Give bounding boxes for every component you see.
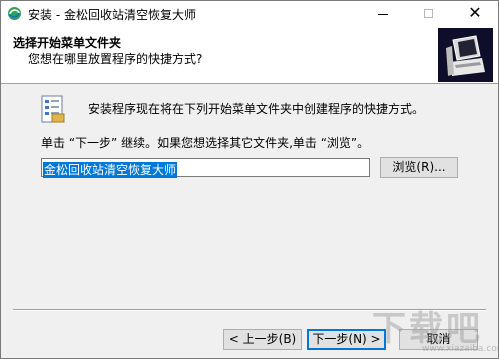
watermark-text: 下载吧 <box>372 309 483 349</box>
watermark: 下载吧 www.xiazaiba.com <box>366 301 499 358</box>
minimize-button[interactable] <box>360 1 406 27</box>
window-title: 安装 - 金松回收站清空恢复大师 <box>28 8 196 22</box>
wizard-header: 选择开始菜单文件夹 您想在哪里放置程序的快捷方式? <box>1 27 498 84</box>
close-button[interactable]: ✕ <box>452 1 498 27</box>
start-menu-folder-icon <box>41 95 65 123</box>
app-swirl-icon <box>8 7 21 20</box>
page-title: 选择开始菜单文件夹 <box>13 36 122 50</box>
page-subtitle: 您想在哪里放置程序的快捷方式? <box>28 52 203 66</box>
back-button[interactable]: < 上一步(B) <box>223 329 302 350</box>
browse-button[interactable]: 浏览(R)... <box>380 157 458 178</box>
intro-text: 安装程序现在将在下列开始菜单文件夹中创建程序的快捷方式。 <box>88 102 425 116</box>
maximize-icon <box>424 9 433 18</box>
minimize-icon <box>378 14 388 15</box>
watermark-url: www.xiazaiba.com <box>422 344 499 354</box>
computer-box-icon <box>438 28 493 82</box>
maximize-button[interactable] <box>406 1 452 27</box>
installer-window: 安装 - 金松回收站清空恢复大师 ✕ 选择开始菜单文件夹 您想在哪里放置程序的快… <box>0 0 499 359</box>
folder-input-value: 金松回收站清空恢复大师 <box>43 162 178 178</box>
title-bar[interactable]: 安装 - 金松回收站清空恢复大师 ✕ <box>1 1 498 27</box>
start-menu-folder-input[interactable]: 金松回收站清空恢复大师 <box>41 158 370 178</box>
instruction-text: 单击 “下一步” 继续。如果您想选择其它文件夹,单击 “浏览”。 <box>41 136 370 150</box>
close-icon: ✕ <box>468 3 482 22</box>
